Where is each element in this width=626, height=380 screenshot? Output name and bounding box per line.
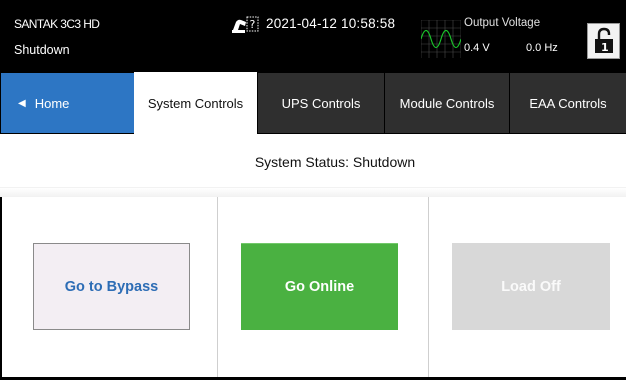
load-off-button[interactable]: Load Off: [452, 243, 610, 330]
tab-label: Home: [34, 95, 70, 111]
output-frequency: 0.0 Hz: [526, 42, 558, 54]
tab-eaa-controls[interactable]: EAA Controls: [510, 73, 626, 133]
device-name: SANTAK 3C3 HD: [14, 17, 100, 31]
button-label: Go Online: [284, 279, 355, 295]
tab-label: EAA Controls: [529, 95, 607, 111]
go-online-button[interactable]: Go Online: [241, 243, 398, 330]
svg-text:?: ?: [250, 18, 256, 31]
output-voltage: 0.4 V: [464, 42, 490, 54]
tab-label: System Controls: [147, 96, 244, 111]
button-label: Go to Bypass: [64, 278, 159, 295]
lock-level: 1: [601, 41, 609, 54]
column-divider: [217, 197, 218, 380]
system-status: System Status: Shutdown: [0, 145, 626, 179]
status-bar: SANTAK 3C3 HD Shutdown ? 2021-04-12 10:5…: [0, 0, 626, 72]
column-divider: [428, 197, 429, 380]
device-state: Shutdown: [14, 43, 70, 57]
system-status-value: Shutdown: [352, 154, 416, 170]
output-title: Output Voltage: [464, 17, 541, 29]
left-triangle-icon: ◀: [18, 97, 26, 109]
tab-label: Module Controls: [399, 95, 495, 111]
tab-module-controls[interactable]: Module Controls: [385, 73, 509, 133]
tab-system-controls[interactable]: System Controls: [134, 72, 257, 135]
tab-label: UPS Controls: [281, 95, 361, 111]
tab-home[interactable]: ◀ Home: [1, 73, 134, 133]
sine-wave-icon: [420, 19, 462, 58]
alarm-question-icon[interactable]: ?: [230, 16, 260, 36]
unlock-level-1-icon: 1: [595, 27, 613, 54]
go-to-bypass-button[interactable]: Go to Bypass: [33, 243, 190, 330]
tab-ups-controls[interactable]: UPS Controls: [258, 73, 384, 133]
system-status-label: System Status:: [254, 154, 349, 170]
button-label: Load Off: [501, 278, 561, 295]
datetime: 2021-04-12 10:58:58: [266, 16, 396, 31]
lock-button[interactable]: 1: [587, 23, 620, 59]
panel-left-border: [0, 197, 2, 380]
